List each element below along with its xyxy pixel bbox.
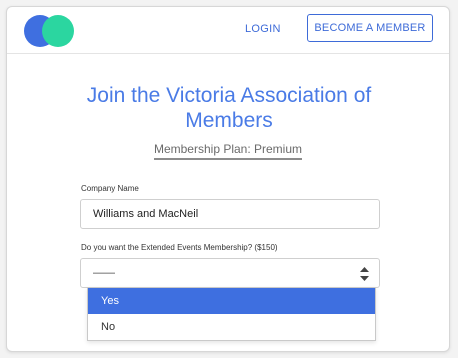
login-link[interactable]: LOGIN [245,23,281,35]
company-name-label: Company Name [81,184,139,193]
option-yes[interactable]: Yes [88,288,375,314]
become-member-button[interactable]: BECOME A MEMBER [307,14,433,42]
events-dropdown-list: Yes No [87,287,376,341]
header: LOGIN BECOME A MEMBER [7,7,449,54]
option-no[interactable]: No [88,314,375,340]
company-name-input[interactable]: Williams and MacNeil [80,199,380,229]
events-membership-select[interactable]: —— [80,258,380,288]
logo[interactable] [24,15,74,47]
page-card: LOGIN BECOME A MEMBER Join the Victoria … [6,6,450,352]
company-name-value: Williams and MacNeil [93,208,199,220]
page-title: Join the Victoria Association of Members [86,84,372,132]
events-membership-label: Do you want the Extended Events Membersh… [81,243,278,252]
plan-wrapper: Membership Plan: Premium [7,140,449,160]
membership-plan-label: Membership Plan: Premium [153,142,303,160]
logo-green-circle [42,15,74,47]
select-arrows-icon [360,267,369,281]
events-membership-value: —— [93,267,115,279]
